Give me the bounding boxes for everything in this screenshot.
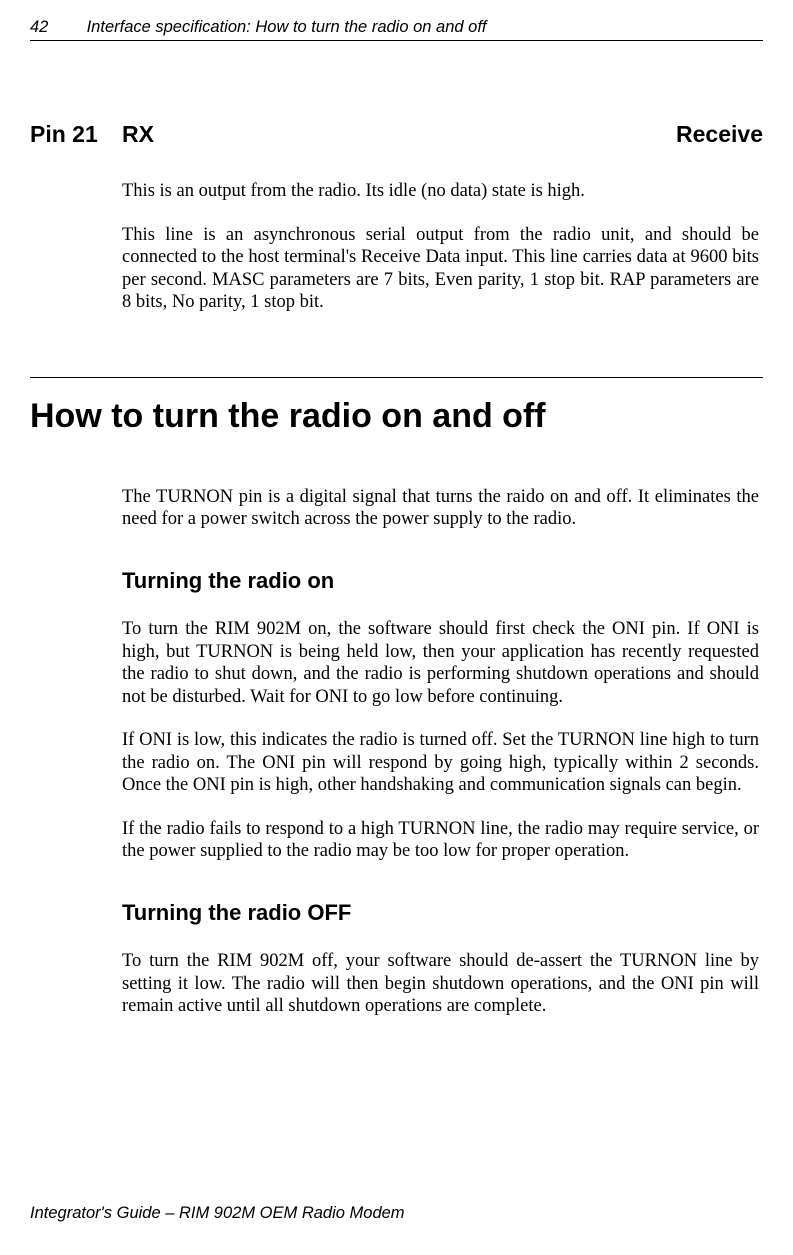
page-header: 42 Interface specification: How to turn … [30, 18, 763, 41]
page-number: 42 [30, 18, 82, 37]
paragraph: If the radio fails to respond to a high … [122, 818, 759, 863]
pin-body: This is an output from the radio. Its id… [122, 180, 759, 314]
section-divider [30, 377, 763, 378]
section-title: How to turn the radio on and off [30, 397, 763, 436]
pin-short-name: RX [122, 121, 676, 148]
paragraph: If ONI is low, this indicates the radio … [122, 729, 759, 797]
paragraph: This line is an asynchronous serial outp… [122, 224, 759, 314]
page-footer: Integrator's Guide – RIM 902M OEM Radio … [30, 1204, 405, 1223]
pin-heading: Pin 21 RX Receive [30, 121, 763, 148]
paragraph: This is an output from the radio. Its id… [122, 180, 759, 203]
paragraph: To turn the RIM 902M on, the software sh… [122, 618, 759, 708]
subsection-title: Turning the radio on [122, 568, 759, 594]
pin-long-name: Receive [676, 121, 763, 148]
section-body: The TURNON pin is a digital signal that … [122, 486, 759, 1018]
page: 42 Interface specification: How to turn … [0, 0, 793, 1255]
subsection-title: Turning the radio OFF [122, 900, 759, 926]
paragraph: To turn the RIM 902M off, your software … [122, 950, 759, 1018]
header-title: Interface specification: How to turn the… [87, 18, 487, 36]
pin-id: Pin 21 [30, 121, 122, 148]
paragraph: The TURNON pin is a digital signal that … [122, 486, 759, 531]
